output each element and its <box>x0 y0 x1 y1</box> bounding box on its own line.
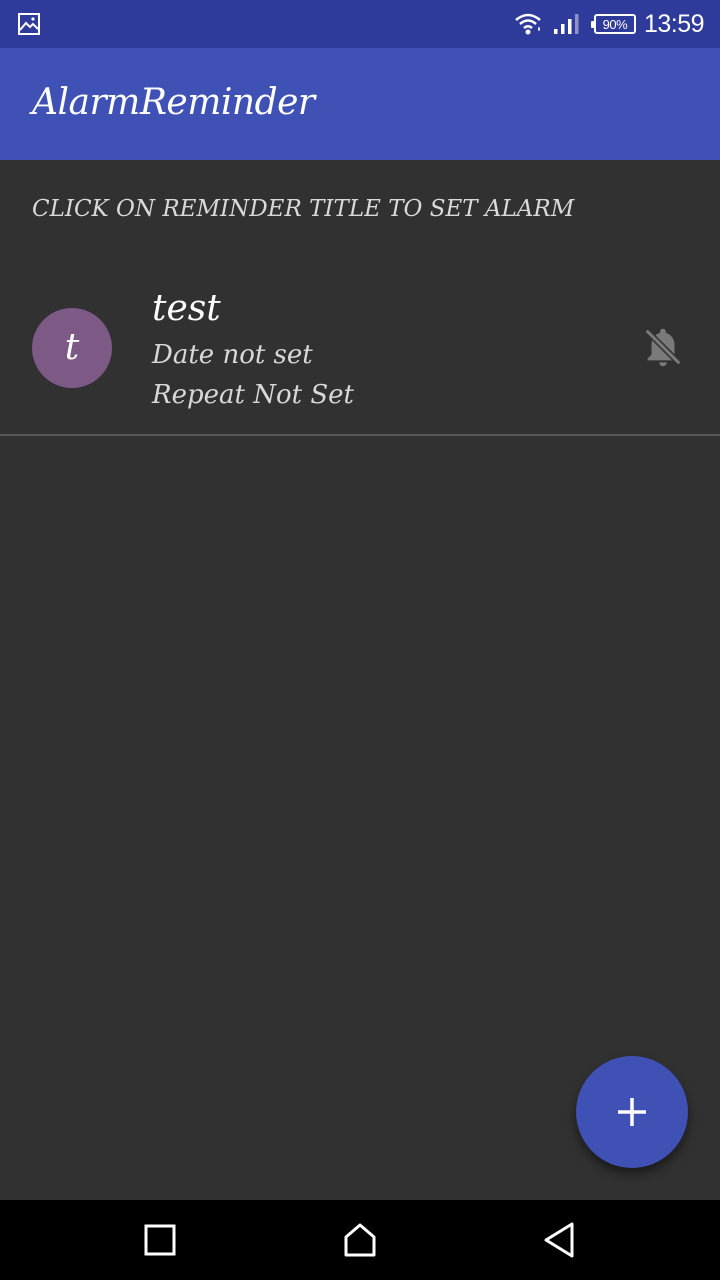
avatar: t <box>32 308 112 388</box>
navigation-bar <box>0 1200 720 1280</box>
status-bar: 90% 13:59 <box>0 0 720 48</box>
avatar-letter: t <box>64 327 80 368</box>
clock: 13:59 <box>643 9 705 38</box>
reminder-list-item[interactable]: t test Date not set Repeat Not Set <box>0 272 720 434</box>
app-title: AlarmReminder <box>32 82 315 123</box>
reminder-title[interactable]: test <box>152 288 221 329</box>
battery-percent: 90% <box>602 16 628 32</box>
plus-icon <box>618 1098 646 1126</box>
status-icons: 90% 13:59 <box>513 0 705 48</box>
wifi-icon <box>515 13 541 35</box>
hint-text: CLICK ON REMINDER TITLE TO SET ALARM <box>32 196 575 222</box>
image-notification-icon <box>18 13 40 35</box>
divider <box>0 434 720 436</box>
battery-icon: 90% <box>590 14 636 34</box>
back-icon[interactable] <box>540 1220 580 1260</box>
add-reminder-button[interactable] <box>576 1056 688 1168</box>
app-bar: AlarmReminder <box>0 48 720 160</box>
reminder-repeat: Repeat Not Set <box>152 380 354 410</box>
recents-icon[interactable] <box>140 1220 180 1260</box>
reminder-date: Date not set <box>152 340 313 370</box>
signal-icon <box>553 14 579 34</box>
screen: 90% 13:59 AlarmReminder CLICK ON REMINDE… <box>0 0 720 1280</box>
bell-off-icon[interactable] <box>640 324 686 370</box>
home-icon[interactable] <box>340 1220 380 1260</box>
